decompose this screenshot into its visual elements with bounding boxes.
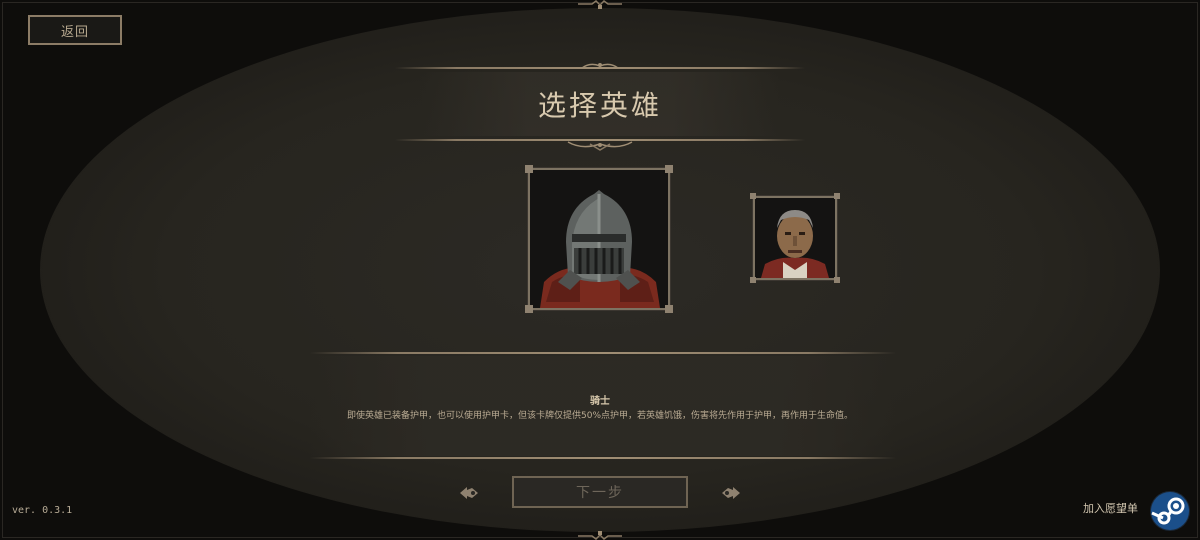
portrait-corner <box>525 305 533 313</box>
back-button-label: 返回 <box>60 24 89 40</box>
portrait-corner <box>834 277 840 283</box>
steam-wishlist-button[interactable] <box>1150 491 1190 531</box>
title-top-ornament-icon <box>581 63 619 69</box>
hero-name: 骑士 <box>590 396 610 407</box>
portrait-corner <box>665 165 673 173</box>
portrait-corner <box>750 277 756 283</box>
next-step-label: 下一步 <box>576 485 624 501</box>
portrait-corner <box>834 193 840 199</box>
portrait-corner <box>750 193 756 199</box>
bottom-ornament-icon <box>578 531 622 540</box>
portrait-corner <box>665 305 673 313</box>
wishlist-label[interactable]: 加入愿望单 <box>1083 500 1138 516</box>
grey-haired-man-icon <box>755 198 835 278</box>
page-title: 选择英雄 <box>537 89 662 122</box>
next-step-button[interactable]: 下一步 <box>512 476 688 508</box>
portrait-corner <box>525 165 533 173</box>
next-arrow-icon[interactable] <box>720 485 742 501</box>
top-ornament-icon <box>578 0 622 9</box>
description-bottom-rule <box>310 457 896 459</box>
hero-description: 即使英雄已装备护甲，也可以使用护甲卡，但该卡牌仅提供50%点护甲，若英雄饥饿，伤… <box>346 411 853 421</box>
back-button[interactable]: 返回 <box>28 15 122 45</box>
steam-icon <box>1151 492 1189 530</box>
title-bottom-ornament-icon <box>567 141 633 151</box>
description-top-rule <box>310 352 896 354</box>
knight-helmet-icon <box>530 170 668 308</box>
hero-portrait-man[interactable] <box>750 193 840 283</box>
version-label: ver. 0.3.1 <box>12 505 73 516</box>
prev-arrow-icon[interactable] <box>458 485 480 501</box>
hero-portrait-knight[interactable] <box>525 165 673 313</box>
